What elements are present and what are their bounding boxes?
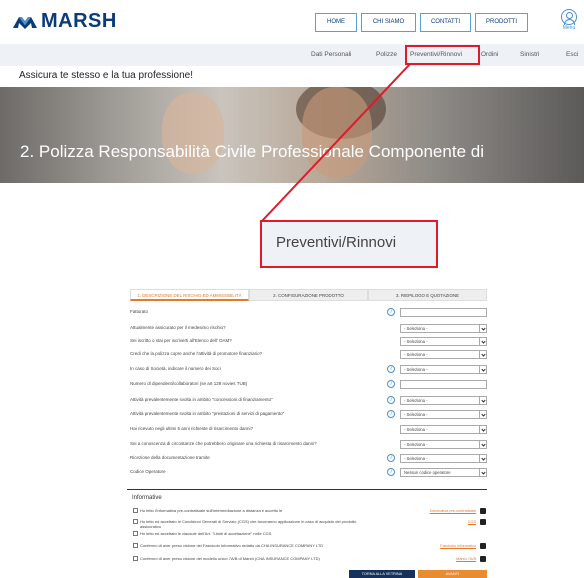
document-link[interactable]: Marsh 7A/B [456, 557, 476, 561]
pdf-icon[interactable] [480, 543, 486, 549]
question-label: Attività prevalentemente svolta in ambit… [130, 397, 273, 402]
pdf-icon[interactable] [480, 556, 486, 562]
chevron-down-icon [479, 469, 486, 476]
consent-text: Confermo di aver preso visione del model… [140, 556, 320, 561]
chevron-down-icon [479, 351, 486, 358]
info-icon[interactable]: i [387, 380, 395, 388]
info-icon[interactable]: i [387, 454, 395, 462]
consent-text: Ho letto ed accettato le Condizioni Gene… [140, 519, 357, 529]
select-value: - Seleziona - [404, 367, 428, 372]
question-label: Credi che la polizza copre anche l'attiv… [130, 351, 263, 356]
chevron-down-icon [479, 455, 486, 462]
step-2[interactable]: 2. CONFIGURAZIONE PRODOTTO [249, 289, 368, 301]
question-label: Numero di dipendenti/collaboratori (se a… [130, 381, 248, 386]
select-value: Nessun codice operatore [404, 470, 451, 475]
question-select[interactable]: - Seleziona - [400, 365, 487, 374]
document-link[interactable]: CGS [468, 520, 476, 524]
pdf-icon[interactable] [480, 508, 486, 514]
question-select[interactable]: - Seleziona - [400, 440, 487, 449]
question-select[interactable]: - Seleziona - [400, 410, 487, 419]
chevron-down-icon [479, 441, 486, 448]
section-divider [127, 489, 487, 491]
question-label: Attività prevalentemente svolta in ambit… [130, 411, 285, 416]
chevron-down-icon [479, 338, 486, 345]
chevron-down-icon [479, 397, 486, 404]
select-value: - Seleziona - [404, 442, 428, 447]
question-label: Fatturato [130, 309, 149, 314]
question-label: Sei a conoscenza di circostanze che potr… [130, 441, 317, 446]
document-link[interactable]: Fascicolo Informativo [440, 544, 476, 548]
consent-checkbox[interactable] [133, 519, 138, 524]
select-value: - Seleziona - [404, 427, 428, 432]
info-icon[interactable]: i [387, 308, 395, 316]
question-label: In caso di Società, indicare il numero d… [130, 366, 221, 371]
question-label: Attualmente assicurato per il medesimo r… [130, 325, 226, 330]
select-value: - Seleziona - [404, 352, 428, 357]
step-1[interactable]: 1. DESCRIZIONE DEL RISCHIO ED AMMISSIBIL… [130, 289, 249, 301]
document-link[interactable]: Informativa pre-contrattuale [430, 509, 476, 513]
question-input[interactable] [400, 308, 487, 317]
consent-checkbox[interactable] [133, 556, 138, 561]
select-value: - Seleziona - [404, 339, 428, 344]
select-value: - Seleziona - [404, 456, 428, 461]
info-icon[interactable]: i [387, 468, 395, 476]
select-value: - Seleziona - [404, 326, 428, 331]
consent-checkbox[interactable] [133, 508, 138, 513]
question-select[interactable]: - Seleziona - [400, 324, 487, 333]
chevron-down-icon [479, 325, 486, 332]
pdf-icon[interactable] [480, 519, 486, 525]
question-select[interactable]: - Seleziona - [400, 425, 487, 434]
step-3[interactable]: 3. RIEPILOGO E QUOTAZIONE [368, 289, 487, 301]
chevron-down-icon [479, 366, 486, 373]
back-to-showcase-button[interactable]: TORNA ALLA VETRINA [349, 570, 415, 578]
informative-title: Informative [132, 495, 162, 501]
consent-checkbox[interactable] [133, 543, 138, 548]
consent-text: Ho letto l'informativa pre-contrattuale … [140, 508, 283, 513]
chevron-down-icon [479, 411, 486, 418]
question-input[interactable] [400, 380, 487, 389]
question-select[interactable]: - Seleziona - [400, 396, 487, 405]
select-value: - Seleziona - [404, 398, 428, 403]
question-select[interactable]: - Seleziona - [400, 454, 487, 463]
consent-text: Ho letto ed accettato le clausole dell'A… [140, 531, 272, 536]
question-select[interactable]: - Seleziona - [400, 337, 487, 346]
question-label: Hai ricevuto negli ultimi 5 anni richies… [130, 426, 254, 431]
info-icon[interactable]: i [387, 365, 395, 373]
chevron-down-icon [479, 426, 486, 433]
consent-checkbox[interactable] [133, 531, 138, 536]
question-label: Ricezione della documentazione tramite [130, 455, 210, 460]
next-button[interactable]: AVANTI [418, 570, 487, 578]
wizard-steps: 1. DESCRIZIONE DEL RISCHIO ED AMMISSIBIL… [130, 289, 487, 301]
question-label: Sei iscritto o stai per iscriverti all'E… [130, 338, 232, 343]
zoom-callout-label: Preventivi/Rinnovi [276, 234, 397, 251]
consent-text: Confermo di aver preso visione del Fasci… [140, 543, 324, 548]
question-select[interactable]: Nessun codice operatore [400, 468, 487, 477]
question-select[interactable]: - Seleziona - [400, 350, 487, 359]
select-value: - Seleziona - [404, 412, 428, 417]
question-label: Codice Operatore [130, 469, 166, 474]
info-icon[interactable]: i [387, 410, 395, 418]
info-icon[interactable]: i [387, 396, 395, 404]
